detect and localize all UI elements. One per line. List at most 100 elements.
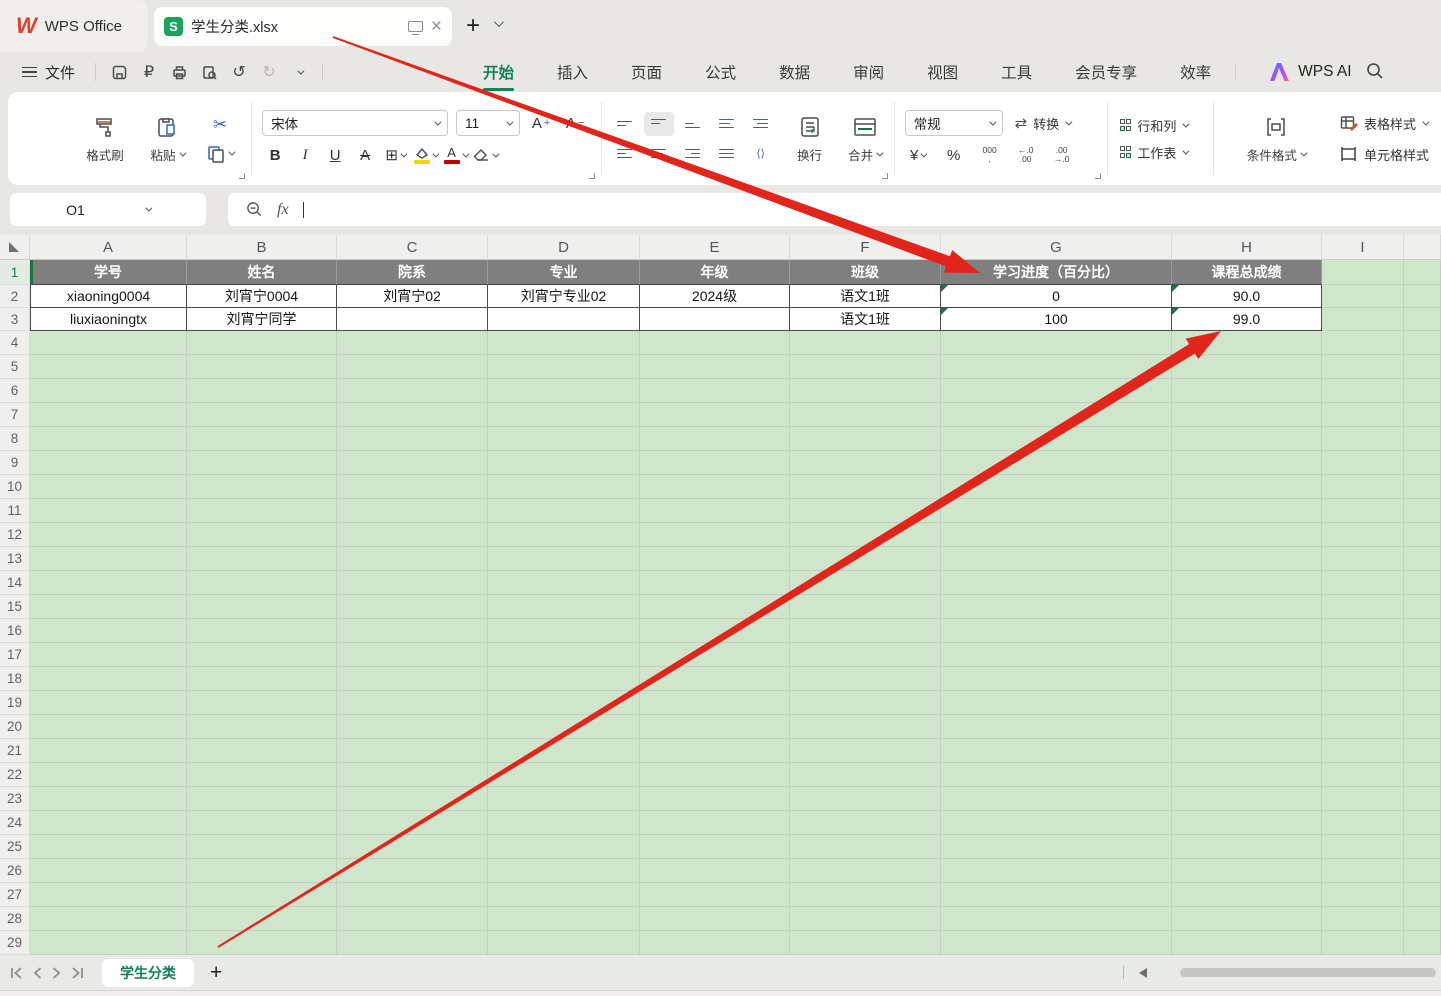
cell-C10[interactable] [337,475,488,499]
clipboard-group-expand-icon[interactable] [239,173,245,179]
cell-B28[interactable] [187,907,337,931]
tab-home[interactable]: 开始 [481,55,516,89]
print-preview-icon[interactable] [194,64,224,81]
cell-D10[interactable] [488,475,640,499]
cell-I14[interactable] [1322,571,1404,595]
cell-C14[interactable] [337,571,488,595]
cell-E24[interactable] [640,811,790,835]
cell-I9[interactable] [1322,451,1404,475]
tab-efficiency[interactable]: 效率 [1178,55,1213,89]
cell-J9[interactable] [1404,451,1441,475]
cell-H1[interactable]: 课程总成绩 [1172,260,1322,285]
cell-D12[interactable] [488,523,640,547]
justify-icon[interactable] [712,142,742,166]
conditional-format-button[interactable]: 条件格式 [1238,113,1314,164]
cell-C29[interactable] [337,931,488,955]
cell-J29[interactable] [1404,931,1441,955]
cell-E9[interactable] [640,451,790,475]
cell-D16[interactable] [488,619,640,643]
cell-B10[interactable] [187,475,337,499]
cell-J8[interactable] [1404,427,1441,451]
cell-A15[interactable] [30,595,187,619]
cell-D29[interactable] [488,931,640,955]
cell-I20[interactable] [1322,715,1404,739]
cell-I26[interactable] [1322,859,1404,883]
cell-I3[interactable] [1322,308,1404,331]
alignment-group-expand-icon[interactable] [882,173,888,179]
cell-G16[interactable] [941,619,1172,643]
tab-member[interactable]: 会员专享 [1073,55,1139,89]
cell-J16[interactable] [1404,619,1441,643]
close-tab-icon[interactable]: × [431,17,442,36]
cell-D5[interactable] [488,355,640,379]
cut-icon[interactable]: ✂ [213,115,227,135]
cell-F8[interactable] [790,427,941,451]
wps-ai-button[interactable]: WPS AI [1270,63,1351,81]
cell-E18[interactable] [640,667,790,691]
cell-I4[interactable] [1322,331,1404,355]
cell-G1[interactable]: 学习进度（百分比） [941,260,1172,285]
cell-D19[interactable] [488,691,640,715]
cell-A25[interactable] [30,835,187,859]
cell-J10[interactable] [1404,475,1441,499]
cell-B13[interactable] [187,547,337,571]
cell-C17[interactable] [337,643,488,667]
cell-A22[interactable] [30,763,187,787]
cell-B26[interactable] [187,859,337,883]
row-header-21[interactable]: 21 [0,739,30,763]
cell-E21[interactable] [640,739,790,763]
cell-G20[interactable] [941,715,1172,739]
cell-A20[interactable] [30,715,187,739]
cell-E19[interactable] [640,691,790,715]
cell-A28[interactable] [30,907,187,931]
decrease-indent-icon[interactable] [712,112,742,136]
cell-B27[interactable] [187,883,337,907]
cell-C25[interactable] [337,835,488,859]
column-header-B[interactable]: B [187,235,337,260]
row-header-5[interactable]: 5 [0,355,30,379]
cell-F11[interactable] [790,499,941,523]
cell-B15[interactable] [187,595,337,619]
cell-I18[interactable] [1322,667,1404,691]
tab-view[interactable]: 视图 [925,55,960,89]
cell-J11[interactable] [1404,499,1441,523]
row-header-2[interactable]: 2 [0,285,30,308]
cell-D3[interactable] [488,308,640,331]
cell-B3[interactable]: 刘宵宁同学 [187,308,337,331]
cell-E26[interactable] [640,859,790,883]
cell-B5[interactable] [187,355,337,379]
convert-button[interactable]: ⇄ 转换 [1015,114,1071,133]
cell-G5[interactable] [941,355,1172,379]
cell-F16[interactable] [790,619,941,643]
cell-C5[interactable] [337,355,488,379]
cell-C12[interactable] [337,523,488,547]
cell-C6[interactable] [337,379,488,403]
cell-D21[interactable] [488,739,640,763]
cell-D15[interactable] [488,595,640,619]
decrease-font-icon[interactable]: A− [562,111,588,135]
row-header-25[interactable]: 25 [0,835,30,859]
column-header-G[interactable]: G [941,235,1172,260]
hamburger-icon[interactable] [22,67,37,78]
cell-G21[interactable] [941,739,1172,763]
add-sheet-button[interactable]: + [210,961,222,985]
row-header-8[interactable]: 8 [0,427,30,451]
cell-C20[interactable] [337,715,488,739]
cell-E2[interactable]: 2024级 [640,285,790,308]
cell-H4[interactable] [1172,331,1322,355]
sheet-tab-active[interactable]: 学生分类 [102,959,194,987]
cell-G3[interactable]: 100 [941,308,1172,331]
fill-color-button[interactable] [412,143,438,167]
cell-G27[interactable] [941,883,1172,907]
cell-I29[interactable] [1322,931,1404,955]
cell-G4[interactable] [941,331,1172,355]
currency-button[interactable]: ¥ [905,143,931,167]
column-header-I[interactable]: I [1322,235,1404,260]
cell-H14[interactable] [1172,571,1322,595]
cell-H8[interactable] [1172,427,1322,451]
cell-E11[interactable] [640,499,790,523]
cell-E27[interactable] [640,883,790,907]
cell-J5[interactable] [1404,355,1441,379]
cell-J17[interactable] [1404,643,1441,667]
next-sheet-icon[interactable] [52,967,61,979]
